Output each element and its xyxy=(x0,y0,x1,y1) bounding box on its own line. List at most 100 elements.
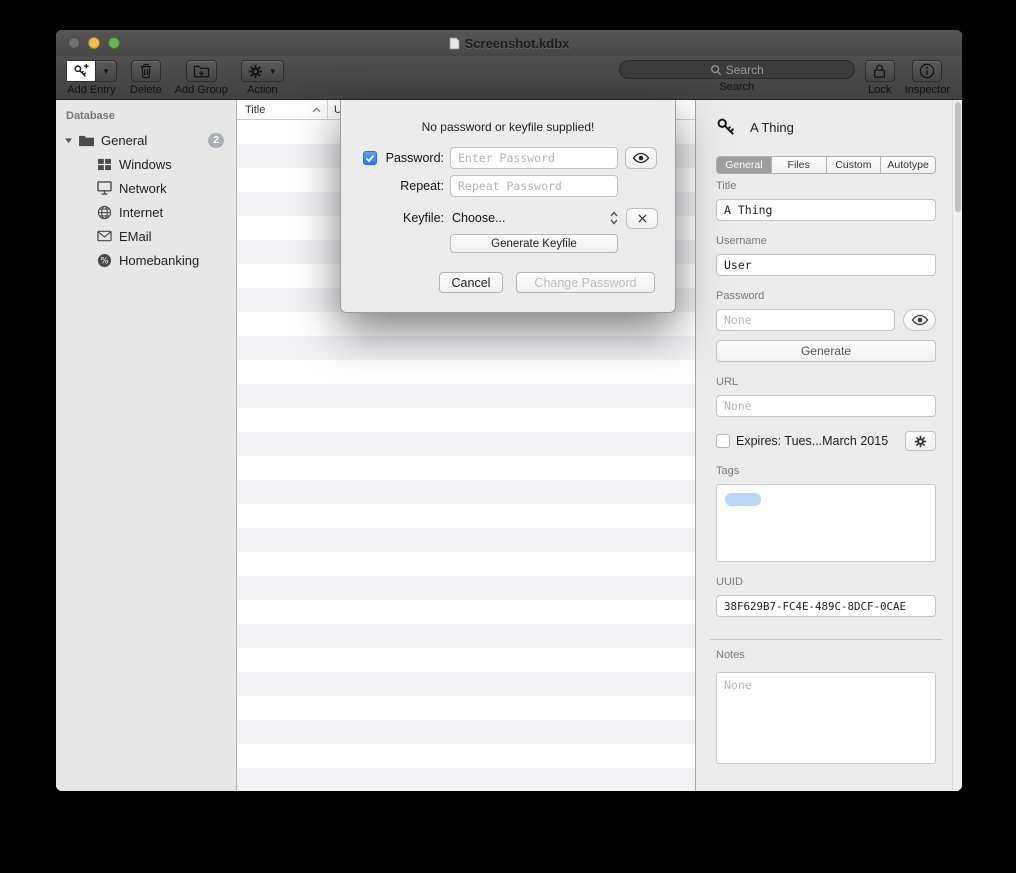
generate-keyfile-row: Generate Keyfile xyxy=(341,234,675,253)
windows-icon xyxy=(96,156,113,172)
notes-label: Notes xyxy=(716,649,936,661)
group-count-badge: 2 xyxy=(208,133,224,148)
keyfile-label: Keyfile: xyxy=(403,211,444,225)
disclosure-triangle-icon[interactable] xyxy=(62,137,74,144)
password-row xyxy=(716,309,936,331)
inspector-panel: A Thing General Files Custom Autotype Ti… xyxy=(696,100,962,791)
reveal-password-button[interactable] xyxy=(625,147,657,169)
info-icon xyxy=(913,61,941,81)
sheet-message: No password or keyfile supplied! xyxy=(341,120,675,134)
password-checkbox[interactable] xyxy=(363,151,377,165)
password-row: Password: xyxy=(341,147,675,169)
expires-settings-button[interactable] xyxy=(905,431,936,451)
window-title: Screenshot.kdbx xyxy=(449,36,570,51)
cancel-button[interactable]: Cancel xyxy=(439,272,503,293)
expires-row: Expires: Tues...March 2015 xyxy=(716,431,936,451)
title-field[interactable] xyxy=(716,199,936,221)
monitor-icon xyxy=(96,180,113,196)
lock-button[interactable] xyxy=(865,60,895,82)
url-field[interactable] xyxy=(716,395,936,417)
sidebar-item-label: Internet xyxy=(119,205,163,220)
tab-general[interactable]: General xyxy=(717,157,772,173)
generate-button[interactable]: Generate xyxy=(716,340,936,362)
gear-icon xyxy=(914,435,927,448)
eye-icon xyxy=(911,314,929,326)
uuid-field[interactable] xyxy=(716,595,936,617)
envelope-icon xyxy=(96,228,113,244)
sidebar-item-network[interactable]: Network xyxy=(56,176,236,200)
clear-keyfile-button[interactable] xyxy=(626,208,658,229)
reveal-password-button[interactable] xyxy=(903,309,936,331)
window-title-text: Screenshot.kdbx xyxy=(465,36,570,51)
titlebar[interactable]: Screenshot.kdbx xyxy=(56,30,962,56)
sidebar-item-label: General xyxy=(101,133,147,148)
password-field[interactable] xyxy=(716,309,895,331)
app-window: Screenshot.kdbx ▼ Add Entry Delete xyxy=(56,30,962,791)
inspector-tool: Inspector xyxy=(905,60,950,96)
lock-tool: Lock xyxy=(865,60,895,96)
check-icon xyxy=(365,154,375,163)
delete-button[interactable] xyxy=(131,60,161,82)
sidebar-header: Database xyxy=(56,108,236,128)
scrollbar-thumb[interactable] xyxy=(955,102,961,212)
inspector-button[interactable] xyxy=(912,60,942,82)
tab-files[interactable]: Files xyxy=(772,157,827,173)
key-plus-icon xyxy=(67,61,96,81)
zoom-button[interactable] xyxy=(108,37,120,49)
notes-field[interactable] xyxy=(716,672,936,764)
entry-title: A Thing xyxy=(750,120,794,135)
sidebar-item-email[interactable]: EMail xyxy=(56,224,236,248)
sidebar-item-label: Network xyxy=(119,181,167,196)
add-entry-button[interactable]: ▼ xyxy=(66,60,117,82)
search-input[interactable]: Search xyxy=(619,60,855,79)
search-label: Search xyxy=(719,81,754,93)
minimize-button[interactable] xyxy=(88,37,100,49)
change-password-button[interactable]: Change Password xyxy=(516,272,655,293)
delete-label: Delete xyxy=(130,84,162,96)
add-group-label: Add Group xyxy=(175,84,228,96)
enter-password-field[interactable] xyxy=(450,147,618,169)
tab-autotype[interactable]: Autotype xyxy=(881,157,935,173)
trash-icon xyxy=(133,61,159,81)
action-button[interactable]: ▼ xyxy=(241,60,284,82)
inspector-tabs: General Files Custom Autotype xyxy=(716,156,936,174)
sidebar-item-internet[interactable]: Internet xyxy=(56,200,236,224)
repeat-password-field[interactable] xyxy=(450,175,618,197)
tags-box[interactable] xyxy=(716,484,936,562)
key-icon xyxy=(716,117,737,138)
password-label-cell: Password: xyxy=(363,151,444,165)
url-label: URL xyxy=(716,376,936,388)
chevron-down-icon: ▼ xyxy=(102,67,110,76)
sidebar-item-label: Homebanking xyxy=(119,253,199,268)
svg-text:%: % xyxy=(100,255,108,265)
folder-icon xyxy=(78,132,95,148)
keyfile-pulldown[interactable]: Choose... xyxy=(450,207,618,229)
tag-pill[interactable] xyxy=(725,493,761,506)
traffic-lights xyxy=(68,37,120,49)
username-field[interactable] xyxy=(716,254,936,276)
inspector-label: Inspector xyxy=(905,84,950,96)
sheet-buttons: Cancel Change Password xyxy=(341,272,675,293)
column-title-label: Title xyxy=(245,104,265,116)
inspector-scrollbar[interactable] xyxy=(952,100,962,791)
add-entry-label: Add Entry xyxy=(67,84,115,96)
sidebar-item-general[interactable]: General 2 xyxy=(56,128,236,152)
gear-icon xyxy=(242,61,269,81)
column-header-title[interactable]: Title xyxy=(237,100,328,119)
generate-keyfile-button[interactable]: Generate Keyfile xyxy=(450,234,618,253)
expires-checkbox[interactable] xyxy=(716,434,730,448)
close-button[interactable] xyxy=(68,37,80,49)
sidebar-item-label: EMail xyxy=(119,229,152,244)
action-tool: ▼ Action xyxy=(241,60,284,96)
add-entry-dropdown[interactable]: ▼ xyxy=(96,61,116,81)
content: Database General 2 Windows xyxy=(56,100,962,791)
sidebar-item-homebanking[interactable]: % Homebanking xyxy=(56,248,236,272)
lock-label: Lock xyxy=(868,84,891,96)
password-label: Password: xyxy=(386,151,444,165)
add-group-button[interactable] xyxy=(186,60,217,82)
sidebar-item-windows[interactable]: Windows xyxy=(56,152,236,176)
expires-label: Expires: Tues...March 2015 xyxy=(736,434,905,448)
change-password-sheet: No password or keyfile supplied! Passwor… xyxy=(340,100,676,313)
tab-custom[interactable]: Custom xyxy=(827,157,882,173)
stepper-icon xyxy=(610,211,618,225)
